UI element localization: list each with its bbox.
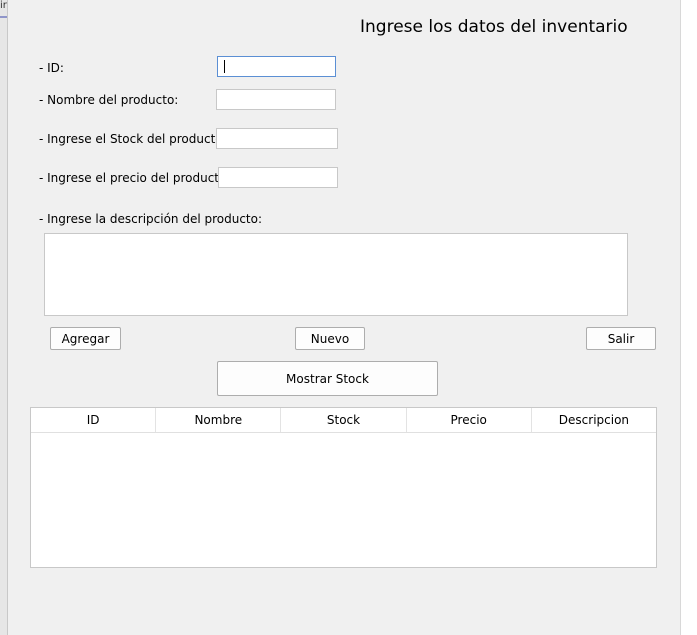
stock-input[interactable] bbox=[216, 128, 338, 149]
descripcion-label: - Ingrese la descripción del producto: bbox=[39, 212, 263, 226]
stock-label: - Ingrese el Stock del producto: bbox=[39, 132, 227, 146]
id-label: - ID: bbox=[39, 61, 64, 75]
background-window-text: ir bbox=[0, 0, 7, 11]
nombre-input[interactable] bbox=[216, 89, 336, 110]
column-header-descripcion[interactable]: Descripcion bbox=[532, 408, 656, 432]
stock-table[interactable]: ID Nombre Stock Precio Descripcion bbox=[30, 407, 657, 568]
inventory-form: Ingrese los datos del inventario - ID: -… bbox=[8, 0, 680, 635]
background-window-accent bbox=[0, 16, 7, 18]
nombre-label: - Nombre del producto: bbox=[39, 93, 179, 107]
form-title: Ingrese los datos del inventario bbox=[360, 17, 628, 37]
precio-input[interactable] bbox=[218, 167, 338, 188]
column-header-nombre[interactable]: Nombre bbox=[156, 408, 282, 432]
descripcion-textarea[interactable] bbox=[44, 233, 628, 316]
nuevo-button[interactable]: Nuevo bbox=[295, 327, 365, 350]
column-header-id[interactable]: ID bbox=[31, 408, 157, 432]
column-header-stock[interactable]: Stock bbox=[281, 408, 407, 432]
id-input[interactable] bbox=[217, 56, 336, 77]
mostrar-stock-button[interactable]: Mostrar Stock bbox=[217, 361, 438, 396]
salir-button[interactable]: Salir bbox=[586, 327, 656, 350]
background-window-edge: ir bbox=[0, 0, 8, 635]
precio-label: - Ingrese el precio del producto bbox=[39, 171, 227, 185]
column-header-precio[interactable]: Precio bbox=[407, 408, 532, 432]
window-edge-right bbox=[680, 0, 697, 635]
text-caret bbox=[224, 60, 225, 73]
table-header: ID Nombre Stock Precio Descripcion bbox=[31, 408, 656, 433]
agregar-button[interactable]: Agregar bbox=[50, 327, 121, 350]
